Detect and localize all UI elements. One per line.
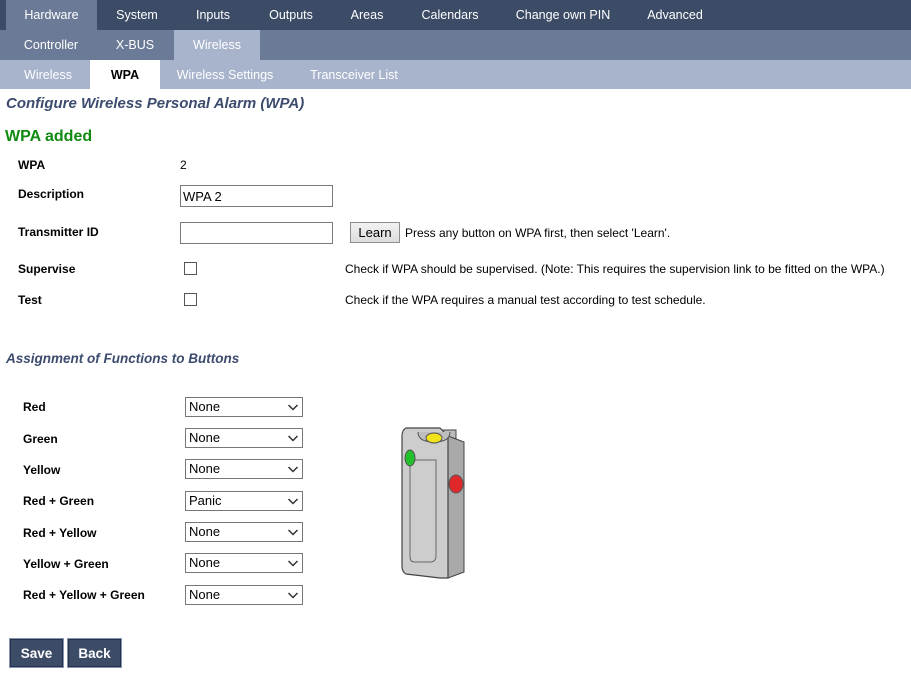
subtab-wpa[interactable]: WPA — [90, 60, 160, 89]
tab-inputs[interactable]: Inputs — [177, 0, 249, 30]
description-input[interactable] — [180, 185, 333, 207]
tab-advanced[interactable]: Advanced — [627, 0, 723, 30]
subtab-controller[interactable]: Controller — [6, 30, 96, 60]
back-button[interactable]: Back — [68, 639, 121, 667]
test-label: Test — [18, 293, 42, 307]
assign-value-red: None — [189, 399, 221, 414]
assign-value-yellow: None — [189, 461, 221, 476]
learn-button[interactable]: Learn — [350, 222, 400, 243]
secondary-nav: Controller X-BUS Wireless — [0, 30, 911, 60]
supervise-checkbox[interactable] — [184, 262, 197, 275]
supervise-hint: Check if WPA should be supervised. (Note… — [345, 262, 885, 276]
subtab-wireless[interactable]: Wireless — [174, 30, 260, 60]
assign-label-yellow-green: Yellow + Green — [23, 557, 109, 571]
assign-value-green: None — [189, 430, 221, 445]
subtab-wireless-settings[interactable]: Wireless Settings — [160, 60, 290, 89]
test-checkbox[interactable] — [184, 293, 197, 306]
assign-value-yellow-green: None — [189, 555, 221, 570]
page-title: Configure Wireless Personal Alarm (WPA) — [6, 95, 305, 112]
chevron-down-icon — [287, 592, 299, 599]
wpa-device-illustration — [401, 427, 465, 579]
assign-label-green: Green — [23, 432, 58, 446]
tab-system[interactable]: System — [97, 0, 177, 30]
tab-calendars[interactable]: Calendars — [401, 0, 499, 30]
assign-select-all[interactable]: None — [185, 585, 303, 605]
tab-change-own-pin[interactable]: Change own PIN — [499, 0, 627, 30]
chevron-down-icon — [287, 529, 299, 536]
primary-nav: Hardware System Inputs Outputs Areas Cal… — [0, 0, 911, 30]
tab-outputs[interactable]: Outputs — [249, 0, 333, 30]
subtab-xbus[interactable]: X-BUS — [96, 30, 174, 60]
assign-label-red: Red — [23, 400, 46, 414]
assign-label-red-green: Red + Green — [23, 494, 95, 508]
assign-label-yellow: Yellow — [23, 463, 61, 477]
test-hint: Check if the WPA requires a manual test … — [345, 293, 706, 307]
wpa-label: WPA — [18, 158, 46, 172]
assign-label-all: Red + Yellow + Green — [23, 588, 145, 602]
transmitter-id-label: Transmitter ID — [18, 225, 99, 239]
chevron-down-icon — [287, 435, 299, 442]
tab-areas[interactable]: Areas — [333, 0, 401, 30]
tab-hardware[interactable]: Hardware — [6, 0, 97, 30]
supervise-label: Supervise — [18, 262, 76, 276]
assign-select-red-green[interactable]: Panic — [185, 491, 303, 511]
assign-value-red-yellow: None — [189, 524, 221, 539]
status-message: WPA added — [5, 128, 93, 145]
assign-select-yellow-green[interactable]: None — [185, 553, 303, 573]
chevron-down-icon — [287, 466, 299, 473]
chevron-down-icon — [287, 498, 299, 505]
transmitter-id-input[interactable] — [180, 222, 333, 244]
assign-select-yellow[interactable]: None — [185, 459, 303, 479]
save-button[interactable]: Save — [10, 639, 63, 667]
assign-value-all: None — [189, 587, 221, 602]
subtab-wireless-list[interactable]: Wireless — [6, 60, 90, 89]
assignment-title: Assignment of Functions to Buttons — [6, 351, 240, 366]
assign-value-red-green: Panic — [189, 493, 222, 508]
learn-hint: Press any button on WPA first, then sele… — [405, 226, 671, 240]
description-label: Description — [18, 187, 85, 201]
tertiary-nav: Wireless WPA Wireless Settings Transceiv… — [0, 60, 911, 89]
assign-select-red-yellow[interactable]: None — [185, 522, 303, 542]
chevron-down-icon — [287, 560, 299, 567]
assign-select-red[interactable]: None — [185, 397, 303, 417]
chevron-down-icon — [287, 404, 299, 411]
wpa-value: 2 — [180, 158, 187, 172]
subtab-transceiver-list[interactable]: Transceiver List — [290, 60, 418, 89]
assign-select-green[interactable]: None — [185, 428, 303, 448]
assign-label-red-yellow: Red + Yellow — [23, 526, 97, 540]
